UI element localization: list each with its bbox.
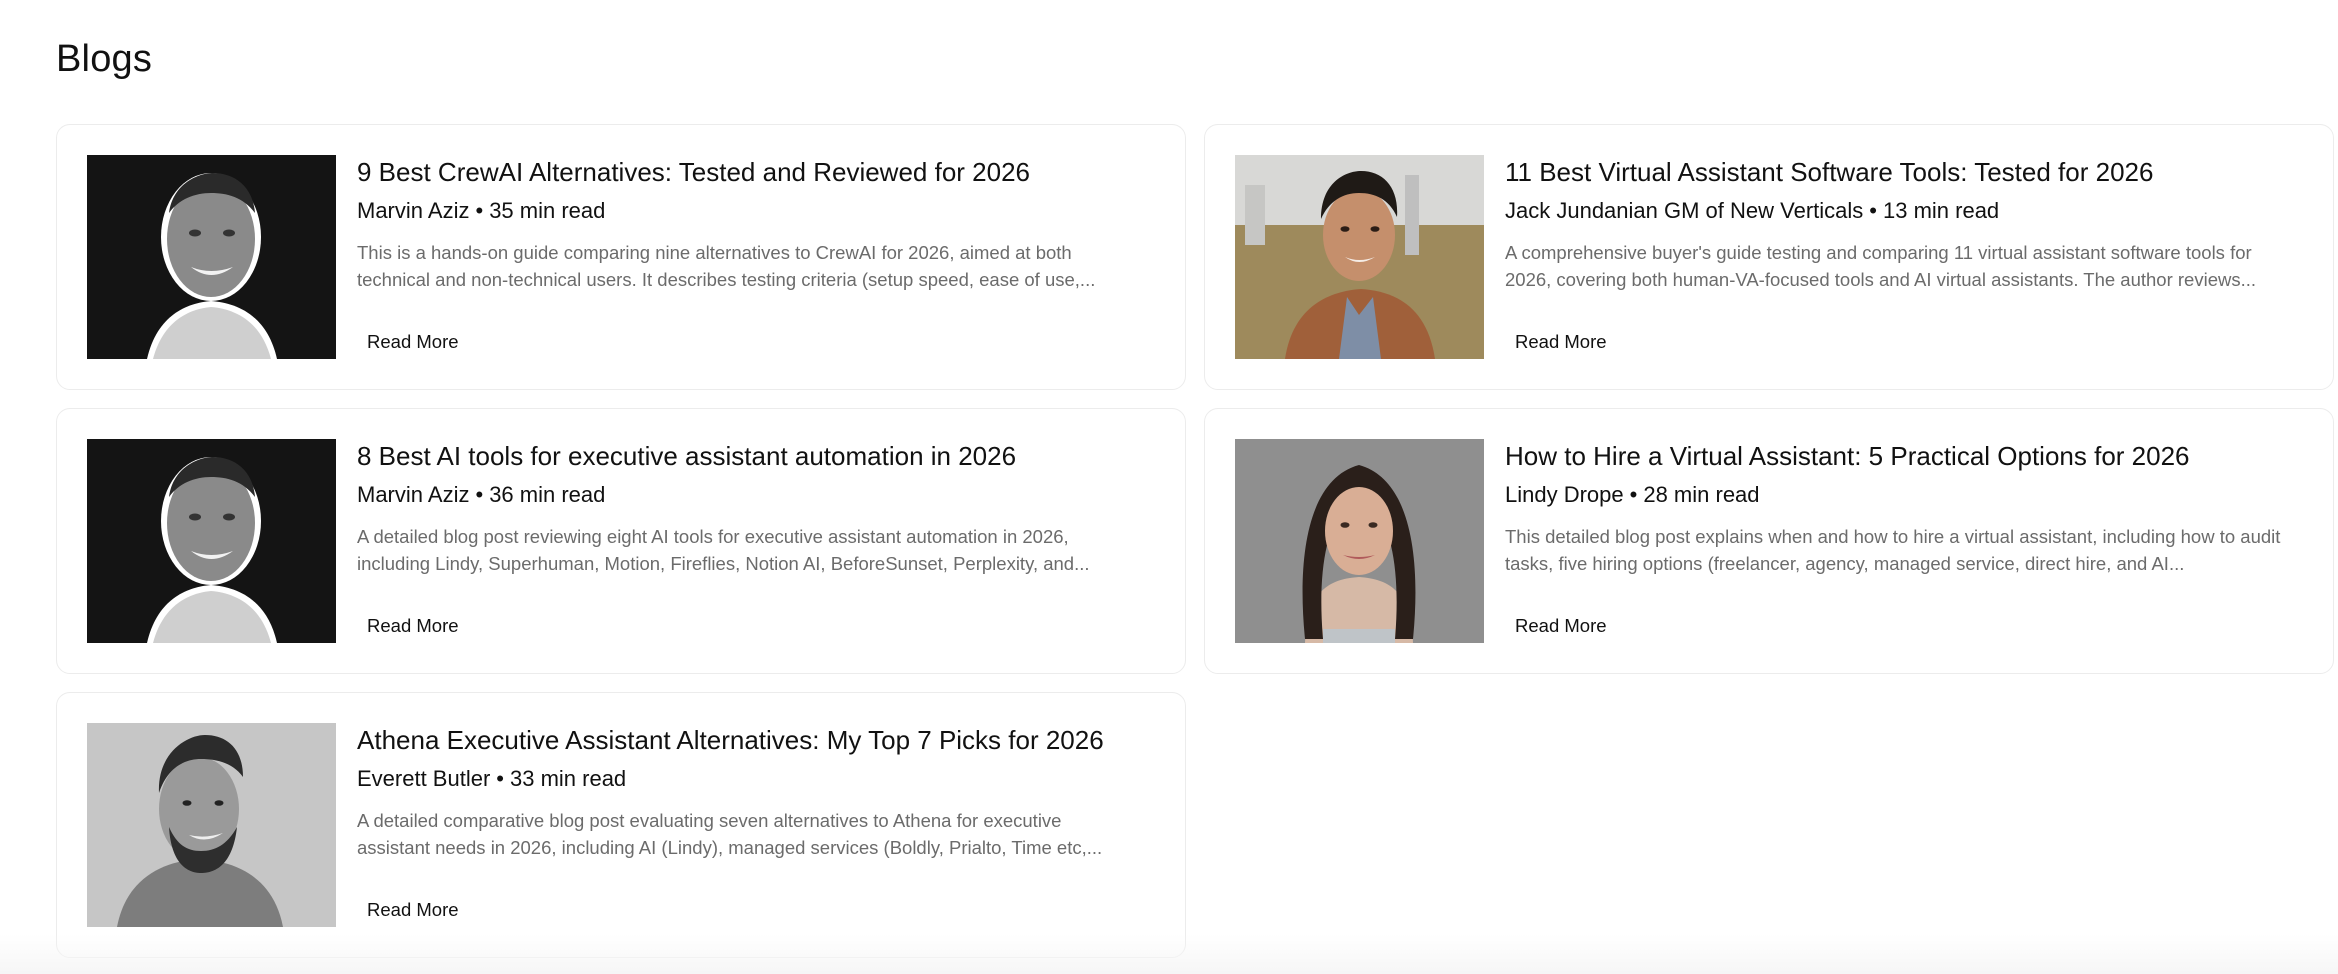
blog-description: A comprehensive buyer's guide testing an… xyxy=(1505,242,2257,290)
author-name: Marvin Aziz xyxy=(357,198,470,223)
portrait-image xyxy=(1235,155,1484,359)
author-photo[interactable] xyxy=(87,439,336,643)
author-photo[interactable] xyxy=(87,723,336,927)
blog-description: This is a hands-on guide comparing nine … xyxy=(357,242,1096,290)
blog-description: This detailed blog post explains when an… xyxy=(1505,526,2281,574)
blog-title[interactable]: How to Hire a Virtual Assistant: 5 Pract… xyxy=(1505,439,2303,473)
read-more-button[interactable]: Read More xyxy=(1505,325,1617,359)
read-more-button[interactable]: Read More xyxy=(357,609,469,643)
blog-meta: Lindy Drope • 28 min read xyxy=(1505,481,2303,509)
separator-dot: • xyxy=(475,482,484,507)
read-time: 35 min read xyxy=(489,198,606,223)
portrait-image xyxy=(87,155,336,359)
blog-card[interactable]: 8 Best AI tools for executive assistant … xyxy=(56,408,1186,674)
author-name: Jack Jundanian GM of New Verticals xyxy=(1505,198,1864,223)
portrait-image xyxy=(87,723,336,927)
author-photo[interactable] xyxy=(87,155,336,359)
blog-grid: 9 Best CrewAI Alternatives: Tested and R… xyxy=(56,124,2334,958)
bottom-fade xyxy=(0,934,2338,974)
read-time: 13 min read xyxy=(1882,198,2000,223)
read-time: 33 min read xyxy=(509,766,627,791)
blog-card[interactable]: 9 Best CrewAI Alternatives: Tested and R… xyxy=(56,124,1186,390)
separator-dot: • xyxy=(1869,198,1877,223)
author-photo[interactable] xyxy=(1235,155,1484,359)
blog-meta: Jack Jundanian GM of New Verticals • 13 mi… xyxy=(1505,197,2303,225)
blog-card[interactable]: How to Hire a Virtual Assistant: 5 Pract… xyxy=(1204,408,2334,674)
portrait-image xyxy=(1235,439,1484,643)
blog-meta: Everett Butler • 33 min read xyxy=(357,765,1155,793)
read-more-button[interactable]: Read More xyxy=(1505,609,1617,643)
read-time: 28 min read xyxy=(1643,482,1760,507)
blog-description: A detailed blog post reviewing eight AI … xyxy=(357,526,1090,574)
blog-meta: Marvin Aziz • 35 min read xyxy=(357,197,1155,225)
author-name: Everett Butler xyxy=(357,766,491,791)
separator-dot: • xyxy=(1629,482,1638,507)
blog-card[interactable]: Athena Executive Assistant Alternatives:… xyxy=(56,692,1186,958)
blog-title[interactable]: 8 Best AI tools for executive assistant … xyxy=(357,439,1155,473)
author-photo[interactable] xyxy=(1235,439,1484,643)
page-title: Blogs xyxy=(56,38,153,80)
author-name: Lindy Drope xyxy=(1505,482,1624,507)
blog-meta: Marvin Aziz • 36 min read xyxy=(357,481,1155,509)
blog-card[interactable]: 11 Best Virtual Assistant Software Tools… xyxy=(1204,124,2334,390)
separator-dot: • xyxy=(496,766,504,791)
separator-dot: • xyxy=(475,198,484,223)
blog-title[interactable]: Athena Executive Assistant Alternatives:… xyxy=(357,723,1155,757)
read-time: 36 min read xyxy=(489,482,606,507)
blog-title[interactable]: 11 Best Virtual Assistant Software Tools… xyxy=(1505,155,2303,189)
read-more-button[interactable]: Read More xyxy=(357,893,469,927)
portrait-image xyxy=(87,439,336,643)
author-name: Marvin Aziz xyxy=(357,482,470,507)
blog-title[interactable]: 9 Best CrewAI Alternatives: Tested and R… xyxy=(357,155,1155,189)
read-more-button[interactable]: Read More xyxy=(357,325,469,359)
blog-description: A detailed comparative blog post evaluat… xyxy=(357,810,1103,858)
